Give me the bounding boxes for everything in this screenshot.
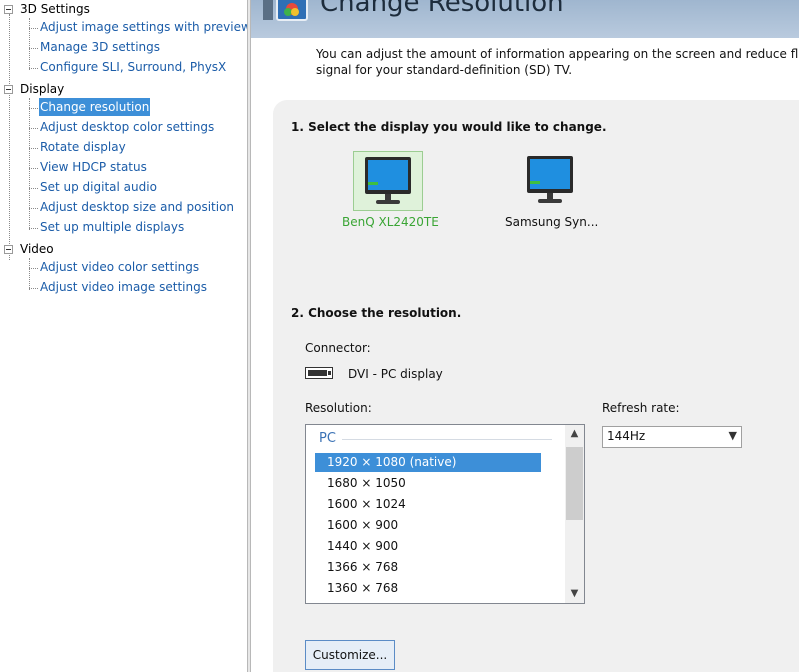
page-banner: Change Resolution (251, 0, 799, 38)
tree-line (29, 18, 30, 70)
tree-item-adjust-video-color[interactable]: Adjust video color settings (39, 258, 200, 276)
display-samsung[interactable] (516, 151, 586, 211)
collapse-icon[interactable] (4, 5, 13, 14)
scroll-down-icon[interactable]: ▼ (565, 585, 584, 603)
scroll-thumb[interactable] (566, 447, 583, 520)
resolution-option[interactable]: 1600 × 900 (315, 516, 541, 535)
resolution-option[interactable]: 1680 × 1050 (315, 474, 541, 493)
tree-line (29, 288, 38, 289)
monitor-icon (527, 156, 573, 203)
settings-panel: 1. Select the display you would like to … (273, 100, 799, 672)
tree-category-3d-settings[interactable]: 3D Settings (20, 0, 90, 18)
tree-item-set-up-multiple-displays[interactable]: Set up multiple displays (39, 218, 185, 236)
tree-item-manage-3d-settings[interactable]: Manage 3D settings (39, 38, 161, 56)
tree-line (29, 48, 38, 49)
nvidia-display-icon (263, 0, 308, 21)
list-group-header: PC (319, 431, 336, 446)
tree-line (29, 98, 30, 230)
tree-line (9, 14, 10, 260)
tree-category-label: Display (20, 82, 65, 96)
tree-item-adjust-desktop-size[interactable]: Adjust desktop size and position (39, 198, 235, 216)
resolution-option[interactable]: 1920 × 1080 (native) (315, 453, 541, 472)
dvi-connector-icon (305, 367, 333, 379)
page-title: Change Resolution (320, 0, 564, 18)
tree-line (29, 268, 38, 269)
navigation-tree: 3D Settings Adjust image settings with p… (0, 0, 251, 672)
resolution-option[interactable]: 1360 × 768 (315, 579, 541, 598)
description-line: signal for your standard-definition (SD)… (316, 63, 573, 77)
tree-category-label: Video (20, 242, 54, 256)
tree-item-adjust-desktop-color[interactable]: Adjust desktop color settings (39, 118, 215, 136)
monitor-icon (365, 157, 411, 204)
tree-item-rotate-display[interactable]: Rotate display (39, 138, 127, 156)
list-group-divider (342, 439, 552, 440)
description-line: You can adjust the amount of information… (316, 47, 799, 61)
connector-value: DVI - PC display (348, 367, 443, 381)
display-benq[interactable] (353, 151, 423, 211)
resolution-option[interactable]: 1600 × 1024 (315, 495, 541, 514)
tree-category-label: 3D Settings (20, 2, 90, 16)
tree-category-display[interactable]: Display (20, 80, 64, 98)
tree-line (29, 148, 38, 149)
connector-label: Connector: (305, 341, 371, 355)
step2-heading: 2. Choose the resolution. (291, 306, 462, 320)
resolution-label: Resolution: (305, 401, 372, 415)
resolution-listbox[interactable]: PC 1920 × 1080 (native) 1680 × 1050 1600… (305, 424, 585, 604)
tree-item-configure-sli[interactable]: Configure SLI, Surround, PhysX (39, 58, 227, 76)
resolution-option[interactable]: 1440 × 900 (315, 537, 541, 556)
collapse-icon[interactable] (4, 85, 13, 94)
refresh-rate-dropdown[interactable]: 144Hz ▼ (602, 426, 742, 448)
display-label-benq: BenQ XL2420TE (342, 215, 439, 229)
content-pane: Change Resolution You can adjust the amo… (251, 0, 799, 672)
tree-line (29, 208, 38, 209)
tree-item-adjust-video-image[interactable]: Adjust video image settings (39, 278, 208, 296)
page-description: You can adjust the amount of information… (316, 46, 799, 78)
chevron-down-icon: ▼ (728, 429, 737, 442)
tree-line (29, 108, 38, 109)
tree-item-view-hdcp-status[interactable]: View HDCP status (39, 158, 148, 176)
refresh-rate-value: 144Hz (607, 429, 646, 443)
resolution-option[interactable]: 1366 × 768 (315, 558, 541, 577)
tree-item-adjust-image-settings[interactable]: Adjust image settings with preview (39, 18, 252, 36)
tree-item-change-resolution[interactable]: Change resolution (39, 98, 151, 116)
refresh-rate-label: Refresh rate: (602, 401, 680, 415)
scroll-up-icon[interactable]: ▲ (565, 425, 584, 443)
tree-line (29, 128, 38, 129)
tree-line (29, 188, 38, 189)
tree-line (29, 28, 38, 29)
tree-line (29, 168, 38, 169)
tree-line (29, 68, 38, 69)
display-label-samsung: Samsung Syn... (505, 215, 599, 229)
tree-category-video[interactable]: Video (20, 240, 54, 258)
vertical-scrollbar[interactable]: ▲ ▼ (565, 425, 584, 603)
tree-line (29, 258, 30, 290)
tree-item-set-up-digital-audio[interactable]: Set up digital audio (39, 178, 158, 196)
collapse-icon[interactable] (4, 245, 13, 254)
tree-line (29, 228, 38, 229)
customize-button[interactable]: Customize... (305, 640, 395, 670)
step1-heading: 1. Select the display you would like to … (291, 120, 607, 134)
